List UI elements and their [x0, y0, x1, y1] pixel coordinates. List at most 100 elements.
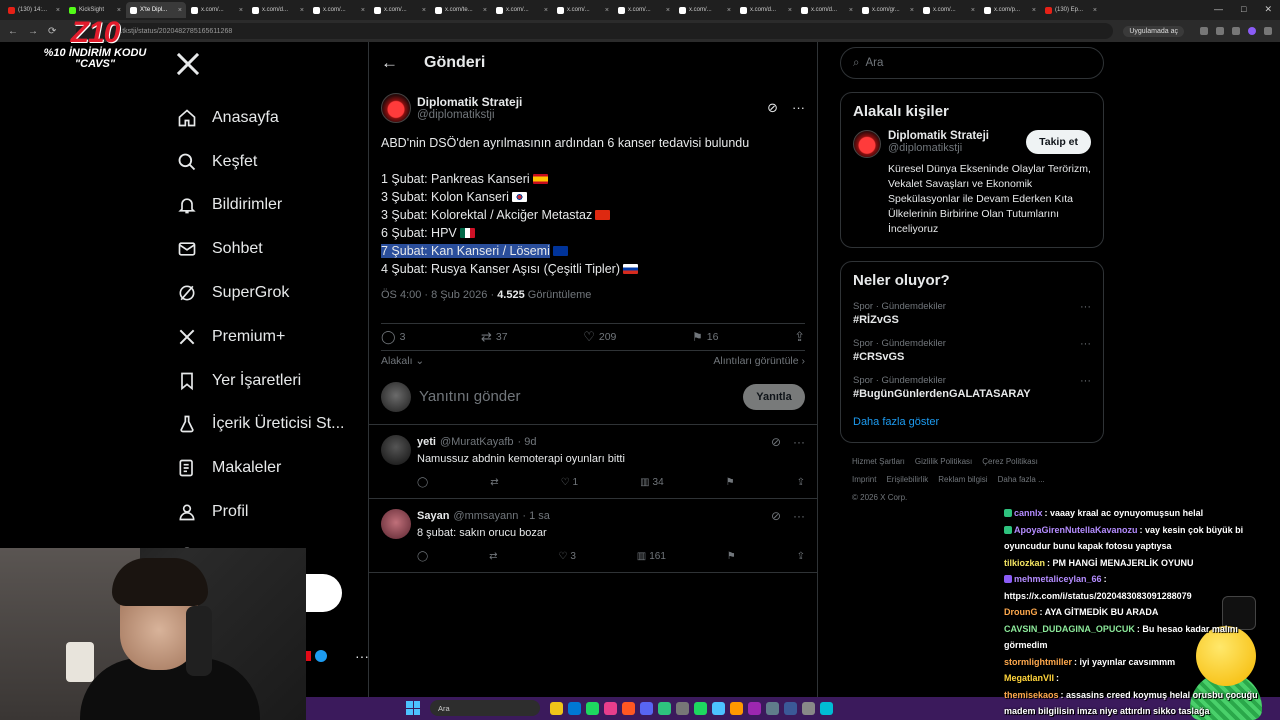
bookmark-button[interactable]: ⚑ 16: [692, 330, 718, 344]
browser-tab[interactable]: (130) Ep... ×: [1041, 2, 1101, 18]
nav-item-profile[interactable]: Profil: [170, 490, 360, 534]
browser-tab[interactable]: x.com/... ×: [370, 2, 430, 18]
taskbar-search[interactable]: Ara: [430, 700, 540, 716]
more-options-icon[interactable]: ···: [793, 435, 805, 449]
author-avatar[interactable]: [381, 93, 411, 123]
maximize-icon[interactable]: □: [1241, 4, 1246, 15]
browser-tab[interactable]: x.com/... ×: [675, 2, 735, 18]
follow-button[interactable]: Takip et: [1026, 130, 1091, 154]
trend-item[interactable]: Spor · Gündemdekiler #BugünGünlerdenGALAT…: [853, 375, 1091, 400]
bookmark-star-icon[interactable]: [1216, 27, 1224, 35]
tab-close-icon[interactable]: ×: [605, 7, 609, 14]
related-avatar[interactable]: [853, 130, 881, 158]
tab-close-icon[interactable]: ×: [239, 7, 243, 14]
browser-tab[interactable]: x.com/d... ×: [736, 2, 796, 18]
taskbar-app-icon[interactable]: [694, 701, 707, 715]
account-switcher-fragment[interactable]: ···: [305, 648, 369, 664]
repost-button[interactable]: ⇄ 37: [481, 329, 508, 345]
trend-item[interactable]: Spor · Gündemdekiler #RİZvGS ···: [853, 301, 1091, 326]
tab-close-icon[interactable]: ×: [788, 7, 792, 14]
nav-item-chat[interactable]: Sohbet: [170, 227, 360, 271]
reply-author-name[interactable]: yeti: [417, 436, 436, 448]
trend-item[interactable]: Spor · Gündemdekiler #CRSvGS ···: [853, 338, 1091, 363]
reply-item[interactable]: yeti @MuratKayafb · 9d ⊘ ··· Namussuz abdnin …: [369, 425, 817, 499]
profile-avatar[interactable]: [1248, 27, 1256, 35]
tab-close-icon[interactable]: ×: [727, 7, 731, 14]
trend-hashtag[interactable]: #BugünGünlerdenGALATASARAY: [853, 388, 1091, 400]
back-arrow-icon[interactable]: ←: [381, 53, 398, 73]
url-field[interactable]: ...tkstji/status/2020482785165611268: [76, 23, 1114, 39]
browser-tab[interactable]: x.com/... ×: [553, 2, 613, 18]
taskbar-app-icon[interactable]: [730, 701, 743, 715]
more-options-icon[interactable]: ···: [1080, 338, 1091, 350]
tab-close-icon[interactable]: ×: [1093, 7, 1097, 14]
nav-item-bookmarks[interactable]: Yer İşaretleri: [170, 359, 360, 403]
browser-tab[interactable]: x.com/... ×: [187, 2, 247, 18]
repost-button[interactable]: ⇄: [490, 477, 498, 488]
tab-close-icon[interactable]: ×: [849, 7, 853, 14]
footer-link[interactable]: Imprint: [852, 475, 876, 484]
taskbar-app-icon[interactable]: [676, 701, 689, 715]
related-username[interactable]: @diplomatikstji: [888, 142, 1026, 154]
trend-hashtag[interactable]: #RİZvGS: [853, 314, 1091, 326]
taskbar-app-icon[interactable]: [586, 701, 599, 715]
browser-tab[interactable]: x.com/d... ×: [248, 2, 308, 18]
trend-hashtag[interactable]: #CRSvGS: [853, 351, 1091, 363]
taskbar-app-icon[interactable]: [712, 701, 725, 715]
related-display-name[interactable]: Diplomatik Strateji: [888, 130, 1026, 142]
open-in-app-button[interactable]: Uygulamada aç: [1123, 25, 1184, 37]
reply-author-handle[interactable]: @mmsayann: [453, 510, 518, 522]
forward-icon[interactable]: →: [28, 26, 38, 37]
nav-item-explore[interactable]: Keşfet: [170, 140, 360, 184]
extensions-puzzle-icon[interactable]: [1232, 27, 1240, 35]
nav-item-notifications[interactable]: Bildirimler: [170, 184, 360, 228]
more-options-icon[interactable]: ···: [1080, 375, 1091, 387]
tab-close-icon[interactable]: ×: [361, 7, 365, 14]
bookmark-button[interactable]: ⚑: [727, 551, 736, 562]
browser-tab[interactable]: x.com/... ×: [492, 2, 552, 18]
reply-author-name[interactable]: Sayan: [417, 510, 449, 522]
view-quotes-link[interactable]: Alıntıları görüntüle ›: [713, 355, 805, 369]
grok-icon[interactable]: ⊘: [767, 100, 778, 116]
share-button[interactable]: ⇪: [794, 329, 805, 345]
reply-button[interactable]: ◯: [417, 551, 428, 562]
taskbar-app-icon[interactable]: [748, 701, 761, 715]
more-options-icon[interactable]: ···: [793, 509, 805, 523]
tab-close-icon[interactable]: ×: [483, 7, 487, 14]
like-button[interactable]: ♡ 209: [583, 329, 616, 345]
relevant-sort-dropdown[interactable]: Alakalı ⌄: [381, 355, 424, 369]
more-options-icon[interactable]: ···: [792, 100, 805, 116]
like-button[interactable]: ♡ 3: [558, 551, 576, 562]
tab-close-icon[interactable]: ×: [178, 7, 182, 14]
tab-close-icon[interactable]: ×: [56, 7, 60, 14]
taskbar-app-icon[interactable]: [568, 701, 581, 715]
browser-tab[interactable]: (130) 14:... ×: [4, 2, 64, 18]
browser-tab[interactable]: X'te Dipl... ×: [126, 2, 186, 18]
more-dots-icon[interactable]: ···: [355, 648, 369, 664]
nav-item-supergrok[interactable]: SuperGrok: [170, 271, 360, 315]
footer-link[interactable]: Gizlilik Politikası: [915, 457, 972, 466]
like-button[interactable]: ♡ 1: [561, 477, 579, 488]
tab-close-icon[interactable]: ×: [422, 7, 426, 14]
taskbar-app-icon[interactable]: [550, 701, 563, 715]
close-icon[interactable]: ✕: [1264, 4, 1272, 15]
extension-icon[interactable]: [1200, 27, 1208, 35]
views-button[interactable]: ▥ 161: [637, 551, 666, 562]
back-icon[interactable]: ←: [8, 26, 18, 37]
tab-close-icon[interactable]: ×: [910, 7, 914, 14]
browser-tab[interactable]: x.com/... ×: [309, 2, 369, 18]
taskbar-app-icon[interactable]: [766, 701, 779, 715]
browser-tab[interactable]: x.com/gr... ×: [858, 2, 918, 18]
views-button[interactable]: ▥ 34: [640, 477, 664, 488]
taskbar-app-icon[interactable]: [604, 701, 617, 715]
x-logo-icon[interactable]: [176, 52, 206, 82]
share-button[interactable]: ⇪: [797, 477, 805, 488]
taskbar-app-icon[interactable]: [802, 701, 815, 715]
taskbar-app-icon[interactable]: [820, 701, 833, 715]
browser-tab[interactable]: x.com/... ×: [614, 2, 674, 18]
my-avatar[interactable]: [381, 381, 411, 412]
grok-icon[interactable]: ⊘: [771, 509, 781, 523]
taskbar-app-icon[interactable]: [622, 701, 635, 715]
reply-button[interactable]: ◯ 3: [381, 329, 405, 345]
tab-close-icon[interactable]: ×: [117, 7, 121, 14]
